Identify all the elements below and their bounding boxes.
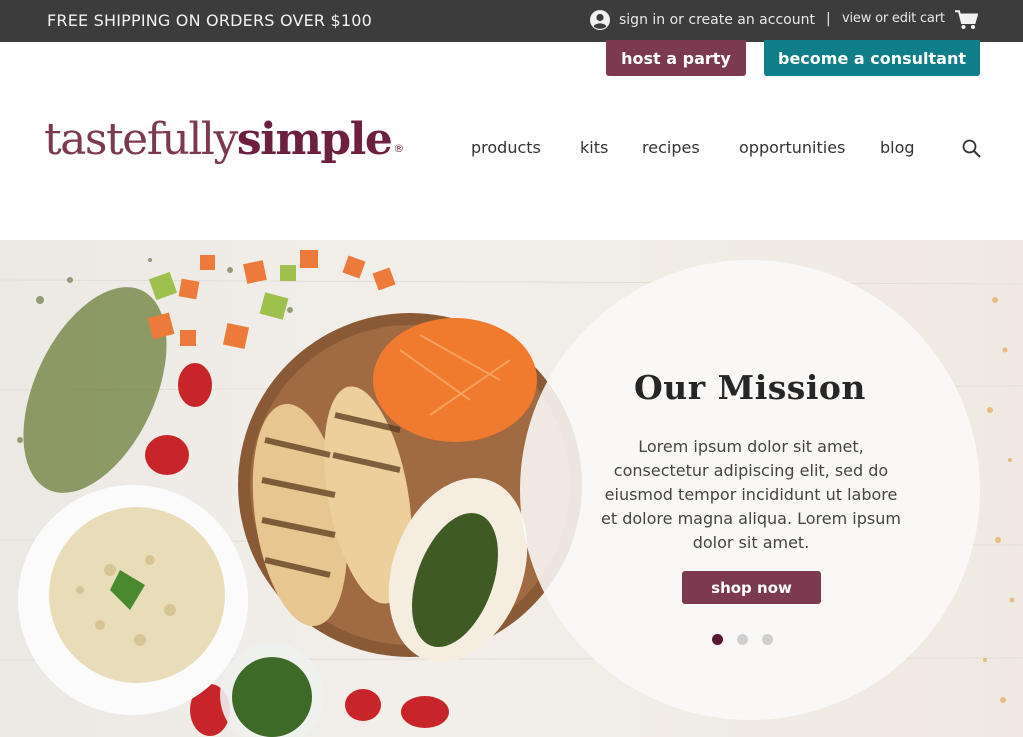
become-consultant-button[interactable]: become a consultant bbox=[764, 40, 980, 76]
nav-recipes[interactable]: recipes bbox=[642, 138, 700, 157]
nav-kits[interactable]: kits bbox=[580, 138, 608, 157]
nav-products[interactable]: products bbox=[471, 138, 541, 157]
shipping-promo: FREE SHIPPING ON ORDERS OVER $100 bbox=[47, 11, 373, 30]
hero-banner: Our Mission Lorem ipsum dolor sit amet, … bbox=[0, 240, 1023, 737]
registered-mark: ® bbox=[393, 142, 405, 155]
account-link-label: sign in or create an account bbox=[619, 12, 815, 28]
mission-body: Lorem ipsum dolor sit amet, consectetur … bbox=[601, 437, 901, 552]
view-cart-link[interactable]: view or edit cart bbox=[842, 11, 945, 26]
nav-opportunities[interactable]: opportunities bbox=[739, 138, 845, 157]
shop-now-button[interactable]: shop now bbox=[682, 571, 821, 604]
topbar-separator: | bbox=[826, 11, 831, 27]
shopping-cart-icon[interactable] bbox=[955, 10, 978, 30]
account-link[interactable]: sign in or create an account bbox=[590, 9, 815, 31]
top-bar: FREE SHIPPING ON ORDERS OVER $100 sign i… bbox=[0, 0, 1023, 42]
carousel-dot-2[interactable] bbox=[737, 634, 748, 645]
host-party-button[interactable]: host a party bbox=[606, 40, 746, 76]
carousel-dot-1[interactable] bbox=[712, 634, 723, 645]
mission-title: Our Mission bbox=[634, 368, 866, 407]
logo-text-tastefully: tastefully bbox=[44, 114, 238, 165]
user-circle-icon bbox=[590, 10, 610, 30]
nav-blog[interactable]: blog bbox=[880, 138, 915, 157]
logo-text-simple: simple bbox=[236, 114, 393, 165]
carousel-dot-3[interactable] bbox=[762, 634, 773, 645]
brand-logo[interactable]: tastefullysimple ® bbox=[44, 114, 404, 165]
search-icon[interactable] bbox=[962, 139, 981, 158]
